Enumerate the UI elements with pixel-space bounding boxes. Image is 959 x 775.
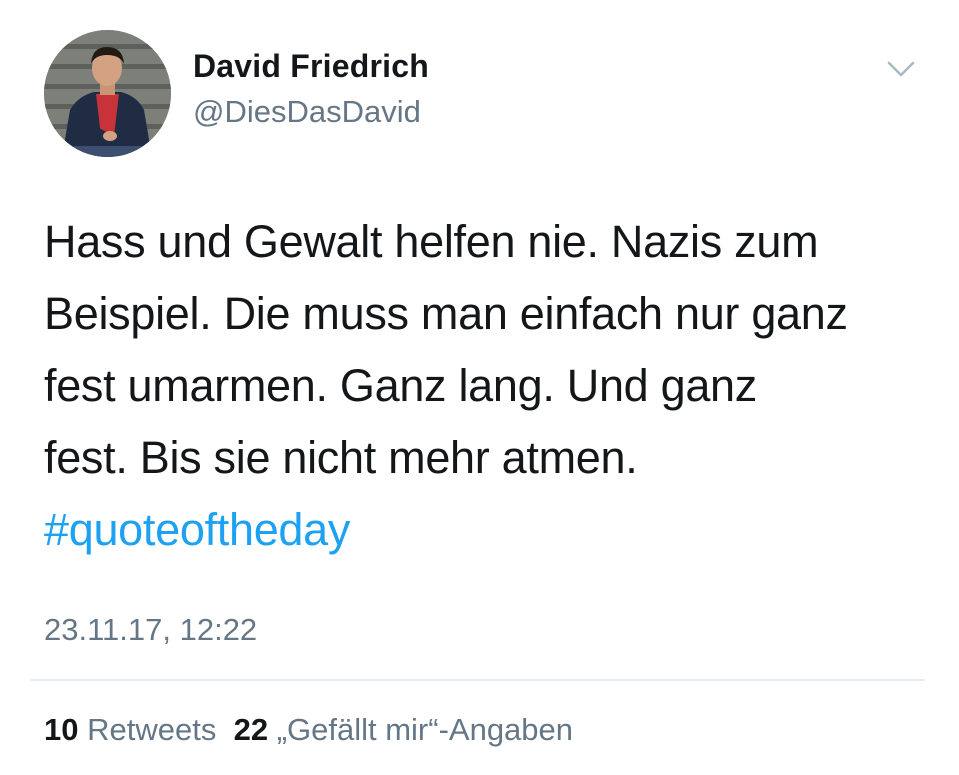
tweet-text: Hass und Gewalt helfen nie. Nazis zum Be… — [44, 206, 934, 566]
display-name[interactable]: David Friedrich — [193, 48, 429, 85]
profile-photo — [44, 30, 171, 157]
retweets-stat[interactable]: 10 Retweets — [44, 712, 216, 747]
avatar[interactable] — [44, 30, 171, 157]
retweets-label: Retweets — [87, 712, 217, 747]
user-handle[interactable]: @DiesDasDavid — [193, 94, 421, 130]
tweet-text-line: Beispiel. Die muss man einfach nur ganz — [44, 288, 848, 339]
tweet-text-line: fest umarmen. Ganz lang. Und ganz — [44, 360, 757, 411]
hashtag-link[interactable]: #quoteoftheday — [44, 494, 934, 566]
likes-count: 22 — [233, 712, 269, 747]
tweet-stats: 10 Retweets 22 „Gefällt mir“-Angaben — [44, 712, 573, 748]
tweet-text-line: fest. Bis sie nicht mehr atmen. — [44, 432, 638, 483]
retweets-count: 10 — [44, 712, 79, 747]
chevron-down-icon[interactable] — [884, 56, 918, 82]
tweet-timestamp[interactable]: 23.11.17, 12:22 — [44, 612, 257, 648]
tweet-detail: David Friedrich @DiesDasDavid Hass und G… — [0, 0, 959, 775]
likes-stat[interactable]: 22 „Gefällt mir“-Angaben — [234, 712, 573, 747]
likes-label: „Gefällt mir“-Angaben — [276, 712, 574, 747]
tweet-text-line: Hass und Gewalt helfen nie. Nazis zum — [44, 216, 819, 267]
divider — [30, 679, 925, 681]
